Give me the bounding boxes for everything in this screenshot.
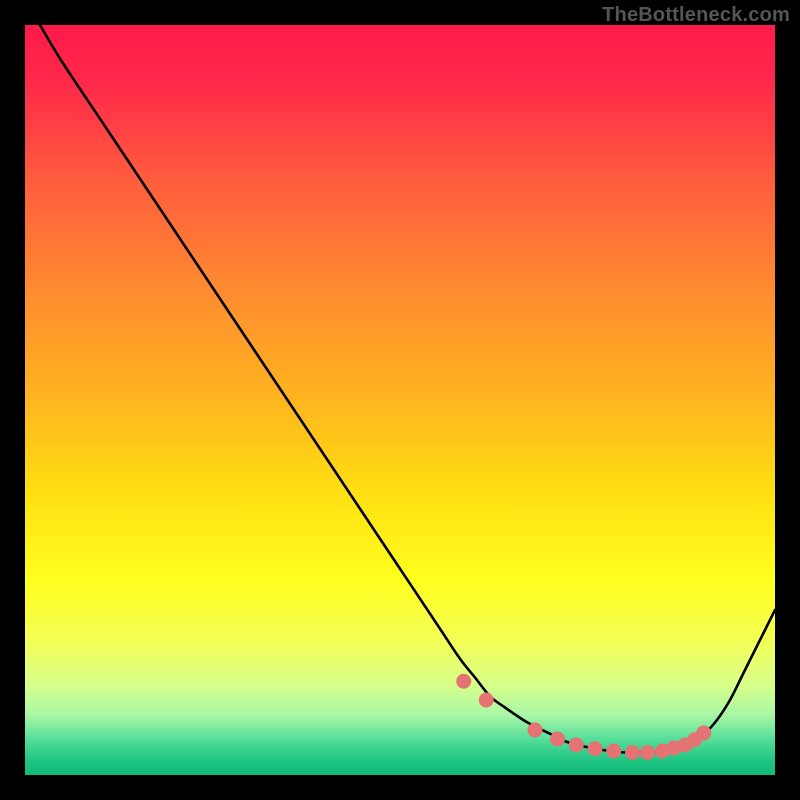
marker-dot [456,674,471,689]
marker-dot [606,744,621,759]
marker-dot [588,741,603,756]
marker-dot [640,745,655,760]
marker-dot [479,693,494,708]
watermark-text: TheBottleneck.com [602,4,790,27]
curve-layer [25,25,775,775]
marker-dot [625,745,640,760]
marker-dot [696,726,711,741]
marker-dot [528,723,543,738]
marker-dot [569,738,584,753]
chart-frame: TheBottleneck.com [0,0,800,800]
plot-area [25,25,775,775]
bottleneck-curve [40,25,775,753]
marker-dot [550,732,565,747]
